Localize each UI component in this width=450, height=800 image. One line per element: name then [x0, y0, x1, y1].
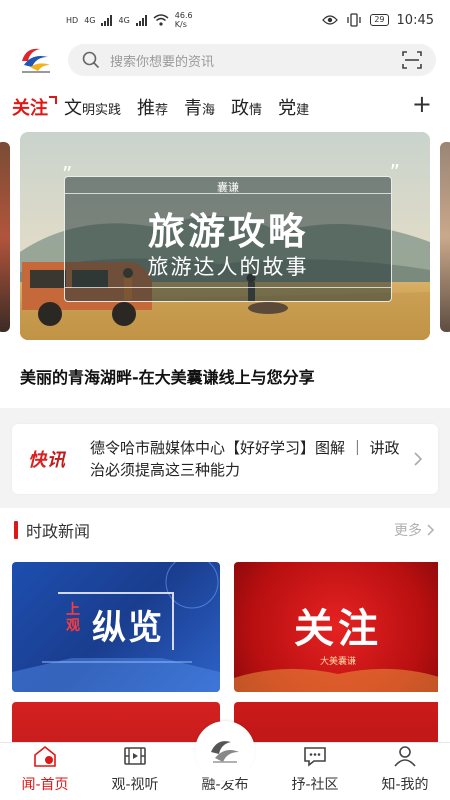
status-bar: HD 4G 4G 46.6 K/s 29 10:45 [0, 0, 450, 40]
clock: 10:45 [396, 12, 434, 28]
news-card-title: 关注 [294, 605, 382, 652]
net-type-1: 4G [84, 15, 96, 25]
nav-community[interactable]: 抒-社区 [270, 743, 360, 800]
publish-logo-icon [195, 721, 255, 781]
news-card-subtitle: 大美囊谦 [319, 657, 356, 667]
nav-label: 抒-社区 [291, 777, 339, 793]
section-title: 时政新闻 [26, 522, 91, 541]
carousel-prev-card[interactable] [0, 142, 10, 332]
net-type-2: 4G [118, 15, 130, 25]
tab-label-small: 荐 [155, 103, 169, 118]
banner-slide[interactable]: 囊谦 旅游攻略 旅游达人的故事 ” ” [20, 132, 430, 340]
flash-news-text[interactable]: 德令哈市融媒体中心【好好学习】图解 ｜ 讲政治必须提高这三种能力 [90, 437, 410, 481]
film-icon [124, 747, 146, 765]
news-card[interactable] [12, 702, 220, 744]
banner-title-panel: 囊谦 旅游攻略 旅游达人的故事 [64, 176, 392, 302]
tab-label-small: 建 [296, 103, 310, 118]
chat-icon [304, 747, 326, 767]
net-speed-value: 46.6 [174, 11, 193, 20]
news-card[interactable]: 关注 大美囊谦 [234, 562, 438, 692]
nav-publish[interactable]: 融-发布 [180, 721, 270, 800]
banner-divider-bottom [65, 287, 391, 288]
nav-label: 闻-首页 [21, 777, 69, 793]
net-speed-unit: K/s [174, 20, 187, 29]
vibrate-icon [347, 13, 361, 27]
banner-title: 旅游攻略 [148, 210, 308, 253]
header: 搜索你想要的资讯 [0, 42, 450, 78]
app-logo-icon[interactable] [16, 43, 56, 77]
more-label: 更多 [394, 523, 422, 539]
tab-label-big: 党 [278, 98, 297, 119]
banner-headline[interactable]: 美丽的青海湖畔-在大美囊谦线上与您分享 [20, 364, 440, 388]
tab-label-big: 推 [137, 98, 156, 119]
status-left: HD 4G 4G 46.6 K/s [66, 11, 193, 29]
wifi-icon [153, 14, 169, 26]
add-channel-icon[interactable]: + [405, 92, 432, 116]
signal-icon-2 [135, 14, 147, 26]
section-accent-bar [14, 521, 18, 539]
flash-label-big: 快 [28, 450, 47, 471]
tab-label-big: 政 [231, 98, 250, 119]
flash-news-label: 快讯 [28, 446, 90, 472]
flash-news-card[interactable]: 快讯 德令哈市融媒体中心【好好学习】图解 ｜ 讲政治必须提高这三种能力 [12, 424, 438, 494]
nav-home[interactable]: 闻-首页 [0, 743, 90, 800]
banner-subtitle: 旅游达人的故事 [147, 255, 309, 279]
battery-indicator: 29 [370, 14, 389, 26]
tab-guanzhu[interactable]: 关注 [12, 94, 57, 120]
tab-qinghai[interactable]: 青海 [184, 94, 215, 120]
banner-divider [65, 193, 391, 194]
hd-indicator: HD [66, 15, 79, 25]
news-card-title: 纵览 [92, 608, 164, 648]
tab-zhengqing[interactable]: 政情 [231, 94, 262, 120]
net-speed: 46.6 K/s [175, 11, 193, 29]
more-link[interactable]: 更多 [394, 520, 436, 540]
section-header: 时政新闻 更多 [0, 510, 450, 550]
channel-tabs: 关注 文明实践 推荐 青海 政情 党建 [0, 86, 450, 128]
search-input[interactable]: 搜索你想要的资讯 [110, 51, 402, 70]
scan-icon[interactable] [402, 51, 422, 69]
tab-label-small: 情 [249, 103, 263, 118]
status-right: 29 10:45 [322, 13, 434, 28]
quote-mark-right-icon: ” [389, 160, 400, 184]
banner-carousel[interactable]: 囊谦 旅游攻略 旅游达人的故事 ” ” [0, 132, 450, 342]
news-grid: 上观 纵览 关注 大美囊谦 [12, 562, 438, 744]
nav-label: 知-我的 [381, 777, 429, 793]
tab-tuijian[interactable]: 推荐 [137, 94, 168, 120]
tab-dangjian[interactable]: 党建 [278, 94, 309, 120]
news-card[interactable]: 上观 纵览 [12, 562, 220, 692]
news-card[interactable] [234, 702, 438, 744]
home-icon [34, 745, 56, 767]
tab-label: 关注 [12, 98, 48, 119]
chevron-right-icon [427, 524, 435, 536]
user-icon [394, 746, 416, 767]
nav-mine[interactable]: 知-我的 [360, 743, 450, 800]
bottom-nav: 闻-首页 观-视听 融-发布 抒-社区 知-我的 [0, 721, 450, 800]
tab-label-big: 青 [184, 98, 203, 119]
tab-label-big: 文 [64, 98, 82, 119]
tab-wenming[interactable]: 文明实践 [64, 94, 121, 120]
nav-label: 观-视听 [111, 777, 159, 793]
tab-label-small: 海 [202, 103, 216, 118]
quote-mark-left-icon: ” [62, 162, 73, 186]
eye-icon [322, 15, 339, 25]
news-card-badge: 上观 [66, 602, 80, 634]
flash-label-small: 讯 [47, 450, 66, 471]
nav-video[interactable]: 观-视听 [90, 743, 180, 800]
tab-label-small: 明实践 [82, 103, 122, 118]
carousel-next-card[interactable] [440, 142, 450, 332]
search-box[interactable]: 搜索你想要的资讯 [68, 44, 436, 76]
chevron-right-icon[interactable] [410, 449, 426, 469]
signal-icon [101, 14, 113, 26]
search-icon [82, 51, 100, 69]
